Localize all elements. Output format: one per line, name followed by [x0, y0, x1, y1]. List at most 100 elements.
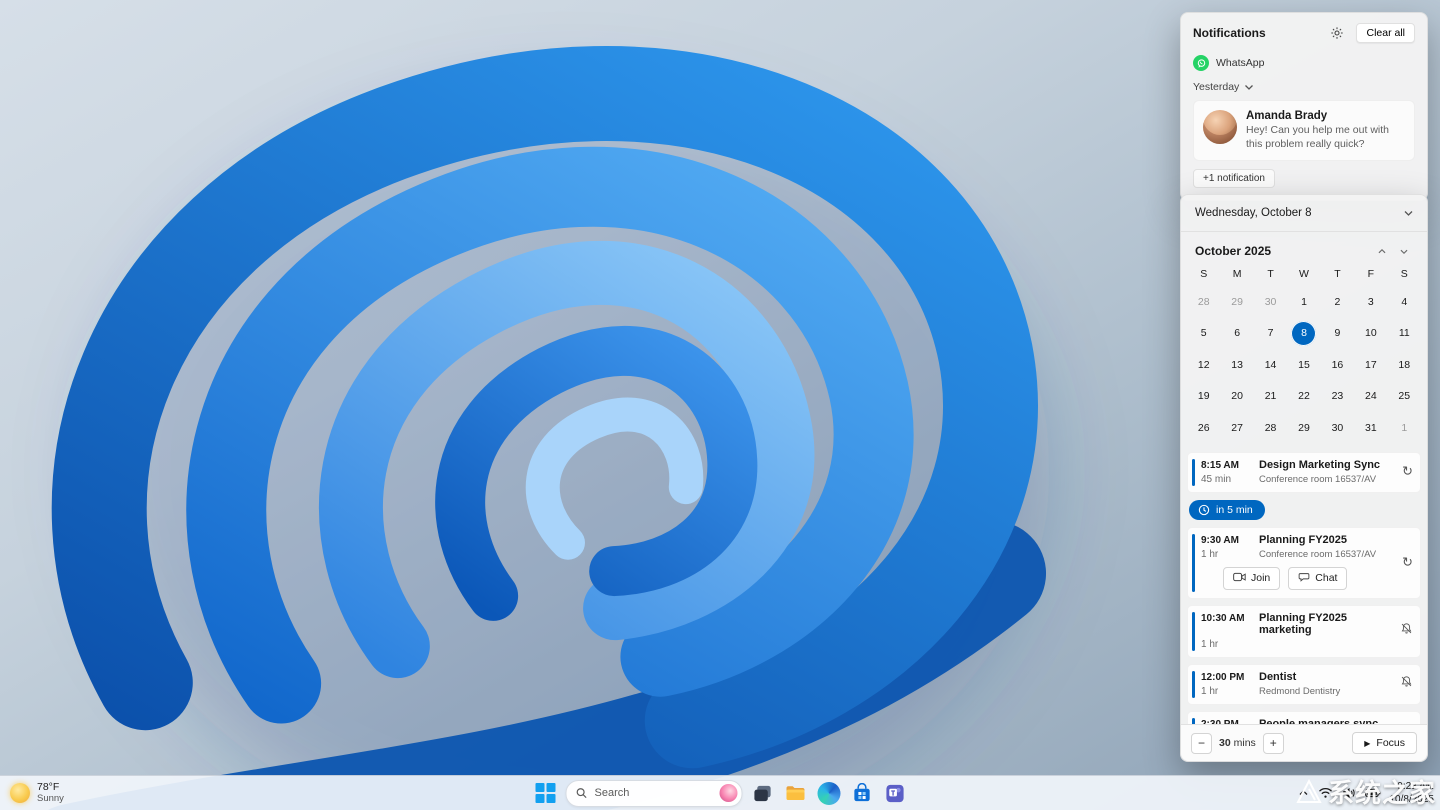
calendar-weekday-label: T [1267, 268, 1274, 280]
calendar-day-cell[interactable]: 27 [1220, 412, 1253, 444]
event-action-label: Join [1251, 572, 1271, 584]
focus-plus-button[interactable]: + [1262, 732, 1284, 754]
calendar-day-cell[interactable]: 3 [1354, 286, 1387, 318]
focus-duration-value: 30 [1219, 737, 1231, 749]
event-title: Planning FY2025 marketing [1259, 611, 1348, 636]
calendar-day-cell[interactable]: 14 [1254, 349, 1287, 381]
clear-all-button[interactable]: Clear all [1356, 23, 1415, 43]
calendar-day-cell[interactable]: 1 [1388, 412, 1421, 444]
calendar-day-cell[interactable]: 30 [1321, 412, 1354, 444]
calendar-day-cell[interactable]: 7 [1254, 318, 1287, 350]
calendar-day-cell[interactable]: 23 [1321, 381, 1354, 413]
event-title: People managers sync [1259, 717, 1379, 725]
calendar-day-cell[interactable]: 28 [1187, 286, 1220, 318]
calendar-day-cell[interactable]: 25 [1388, 381, 1421, 413]
event-action-button[interactable]: Join [1223, 566, 1281, 590]
event-time: 8:15 AM [1201, 459, 1239, 471]
camera-icon [1233, 572, 1246, 585]
calendar-month-row: October 2025 [1181, 232, 1427, 262]
calendar-day-cell[interactable]: 8 [1287, 318, 1320, 350]
notification-card[interactable]: Amanda Brady Hey! Can you help me out wi… [1193, 100, 1415, 162]
notification-group-label: Yesterday [1193, 81, 1240, 93]
calendar-day-cell[interactable]: 11 [1388, 318, 1421, 350]
agenda-event-card[interactable]: 8:15 AM Design Marketing Sync 45 min Con… [1187, 451, 1421, 493]
notification-center: Notifications Clear all WhatsApp Yesterd… [1180, 12, 1428, 202]
calendar-weekday-label: M [1232, 268, 1242, 280]
event-time: 12:00 PM [1201, 671, 1245, 683]
system-tray: 9:28 AM 10/8/2025 [1298, 776, 1435, 810]
calendar-day-header-label: Wednesday, October 8 [1195, 207, 1312, 219]
calendar-day-cell[interactable]: 13 [1220, 349, 1253, 381]
agenda-event-card[interactable]: 12:00 PM Dentist 1 hr Redmond Dentistry … [1187, 663, 1421, 705]
calendar-day-cell[interactable]: 26 [1187, 412, 1220, 444]
event-action-button[interactable]: Chat [1288, 566, 1348, 590]
calendar-day-cell[interactable]: 10 [1354, 318, 1387, 350]
taskbar-center: Search [533, 776, 908, 810]
more-notifications-button[interactable]: +1 notification [1193, 169, 1275, 189]
calendar-day-cell[interactable]: 16 [1321, 349, 1354, 381]
agenda-event-card[interactable]: 10:30 AM Planning FY2025 marketing 1 hr … [1187, 604, 1421, 658]
calendar-day-cell[interactable]: 29 [1220, 286, 1253, 318]
reminder-badge-text: in 5 min [1216, 503, 1253, 516]
notifications-title: Notifications [1193, 26, 1266, 40]
calendar-day-cell[interactable]: 19 [1187, 381, 1220, 413]
calendar-day-cell[interactable]: 28 [1254, 412, 1287, 444]
event-location: Conference room 16537/AV [1259, 548, 1377, 560]
focus-start-button[interactable]: ▶ Focus [1352, 732, 1417, 754]
store-icon [853, 782, 870, 801]
notification-group[interactable]: Yesterday [1193, 81, 1415, 93]
tray-overflow-chevron[interactable] [1298, 789, 1309, 797]
calendar-day-cell[interactable]: 9 [1321, 318, 1354, 350]
volume-icon[interactable] [1342, 787, 1356, 799]
calendar-month-label: October 2025 [1195, 244, 1272, 258]
clock[interactable]: 9:28 AM 10/8/2025 [1390, 780, 1435, 806]
calendar-day-cell[interactable]: 30 [1254, 286, 1287, 318]
calendar-day-cell[interactable]: 20 [1220, 381, 1253, 413]
calendar-day-cell[interactable]: 29 [1287, 412, 1320, 444]
event-time: 2:30 PM [1201, 718, 1239, 725]
calendar-day-cell[interactable]: 22 [1287, 381, 1320, 413]
calendar-day-cell[interactable]: 18 [1388, 349, 1421, 381]
event-duration: 1 hr [1201, 548, 1219, 560]
event-duration: 1 hr [1201, 685, 1219, 697]
microsoft-store-button[interactable] [849, 780, 875, 806]
calendar-day-cell[interactable]: 31 [1354, 412, 1387, 444]
start-button[interactable] [533, 780, 559, 806]
focus-minus-button[interactable]: − [1191, 732, 1212, 754]
agenda-event-card[interactable]: 2:30 PM People managers sync 1 hr ↻ [1187, 710, 1421, 725]
edge-button[interactable] [816, 780, 842, 806]
calendar-day-cell[interactable]: 6 [1220, 318, 1253, 350]
rsvp-icon[interactable]: ↻ [1402, 555, 1413, 570]
calendar-day-cell[interactable]: 4 [1388, 286, 1421, 318]
taskbar: 78°F Sunny Search 9:28 AM 10/8/2025 [0, 775, 1440, 810]
calendar-weekday-label: T [1334, 268, 1341, 280]
calendar-collapse-button[interactable] [1397, 203, 1419, 223]
calendar-day-cell[interactable]: 21 [1254, 381, 1287, 413]
weather-widget[interactable]: 78°F Sunny [10, 776, 64, 810]
search-input[interactable]: Search [565, 779, 743, 807]
calendar-day-cell[interactable]: 1 [1287, 286, 1320, 318]
weather-text: 78°F Sunny [37, 781, 64, 804]
event-action-label: Chat [1315, 572, 1338, 584]
calendar-weekday-row: SMTWTFS [1181, 262, 1427, 286]
notification-settings-icon[interactable] [1326, 23, 1348, 43]
agenda-event-card[interactable]: 9:30 AM Planning FY2025 1 hr Conference … [1187, 526, 1421, 599]
rsvp-icon[interactable]: ↻ [1402, 465, 1413, 480]
event-duration: 1 hr [1201, 638, 1219, 650]
task-view-button[interactable] [750, 780, 776, 806]
calendar-day-cell[interactable]: 2 [1321, 286, 1354, 318]
teams-button[interactable] [882, 780, 908, 806]
battery-icon[interactable] [1364, 788, 1381, 798]
agenda-list: 8:15 AM Design Marketing Sync 45 min Con… [1181, 446, 1427, 725]
calendar-day-cell[interactable]: 17 [1354, 349, 1387, 381]
calendar-next-month-button[interactable] [1393, 242, 1415, 260]
calendar-prev-month-button[interactable] [1371, 242, 1393, 260]
file-explorer-button[interactable] [783, 780, 809, 806]
calendar-day-cell[interactable]: 24 [1354, 381, 1387, 413]
calendar-day-cell[interactable]: 12 [1187, 349, 1220, 381]
wifi-icon[interactable] [1318, 787, 1333, 799]
bloom-wallpaper-art [20, 46, 1050, 810]
event-title: Planning FY2025 [1259, 533, 1348, 546]
calendar-day-cell[interactable]: 5 [1187, 318, 1220, 350]
calendar-day-cell[interactable]: 15 [1287, 349, 1320, 381]
